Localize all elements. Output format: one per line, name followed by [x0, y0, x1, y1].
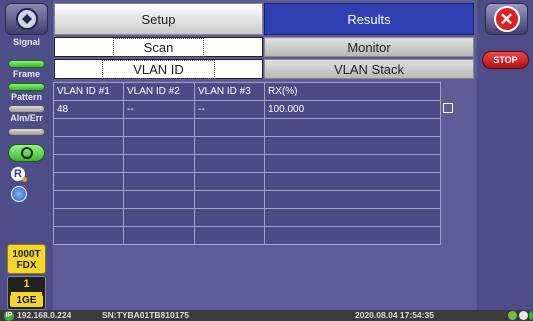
tab-monitor[interactable]: Monitor [264, 37, 474, 57]
battery-icon [508, 311, 517, 320]
pattern-label: Pattern [10, 92, 42, 102]
alm-err-label: Alm/Err [10, 113, 43, 123]
pattern-led[interactable] [8, 105, 45, 113]
tab-setup[interactable]: Setup [54, 3, 263, 35]
table-row [53, 172, 441, 191]
alm-err-led[interactable] [8, 128, 45, 136]
tab-vlan-stack[interactable]: VLAN Stack [264, 59, 474, 79]
status-bar: IP 192.168.0.224 SN:TYBA01TB810175 2020.… [0, 310, 533, 321]
globe-icon[interactable] [11, 186, 27, 202]
table-row [53, 226, 441, 245]
date-time: 2020.08.04 17:54:35 [355, 310, 434, 320]
home-icon [15, 8, 38, 30]
table-row [53, 190, 441, 209]
port-number: 1 [23, 278, 30, 290]
history-button[interactable] [8, 144, 45, 162]
table-header-row: VLAN ID #1 VLAN ID #2 VLAN ID #3 RX(%) [53, 82, 441, 101]
tab-vlan-id-label: VLAN ID [102, 59, 215, 79]
tab-scan[interactable]: Scan [54, 37, 263, 57]
port-label: 1GE [10, 295, 43, 307]
row-checkbox[interactable] [443, 103, 453, 113]
col-header: VLAN ID #1 [53, 82, 124, 101]
remote-icon[interactable]: R [11, 167, 27, 182]
frame-led[interactable] [8, 83, 45, 91]
col-header: RX(%) [264, 82, 441, 101]
serial-number: SN:TYBA01TB810175 [102, 310, 189, 320]
signal-led[interactable] [8, 60, 45, 68]
table-row [53, 208, 441, 227]
link-duplex: FDX [16, 260, 37, 271]
signal-label: Signal [12, 37, 40, 47]
table-row [53, 136, 441, 155]
link-speed-badge[interactable]: 1000T FDX [7, 244, 46, 274]
vlan-results-table: VLAN ID #1 VLAN ID #2 VLAN ID #3 RX(%) 4… [53, 82, 441, 245]
left-sidebar: Signal Frame Pattern Alm/Err R 1000T FDX… [0, 0, 53, 310]
table-row [53, 154, 441, 173]
clock-icon [20, 147, 33, 159]
table-cell: -- [123, 100, 195, 119]
tab-vlan-id[interactable]: VLAN ID [54, 59, 263, 79]
settings-icon [519, 311, 528, 320]
table-cell: 100.000 [264, 100, 441, 119]
stop-button[interactable]: STOP [482, 51, 529, 69]
col-header: VLAN ID #3 [194, 82, 265, 101]
port-selector[interactable]: 1 1GE [7, 276, 46, 310]
tab-results[interactable]: Results [264, 3, 474, 35]
tab-scan-label: Scan [112, 37, 205, 57]
table-cell: -- [194, 100, 265, 119]
table-cell: 48 [53, 100, 124, 119]
home-button[interactable] [5, 3, 48, 35]
connection-icon [529, 311, 533, 320]
close-button[interactable]: ✕ [485, 3, 528, 35]
frame-label: Frame [12, 69, 40, 79]
right-sidebar: ✕ STOP [477, 0, 533, 310]
ip-icon: IP [4, 311, 14, 321]
close-icon: ✕ [493, 6, 520, 32]
col-header: VLAN ID #2 [123, 82, 195, 101]
table-row [53, 118, 441, 137]
ip-address: 192.168.0.224 [17, 310, 72, 320]
link-speed: 1000T [12, 249, 41, 260]
table-row[interactable]: 48 -- -- 100.000 [53, 100, 441, 119]
